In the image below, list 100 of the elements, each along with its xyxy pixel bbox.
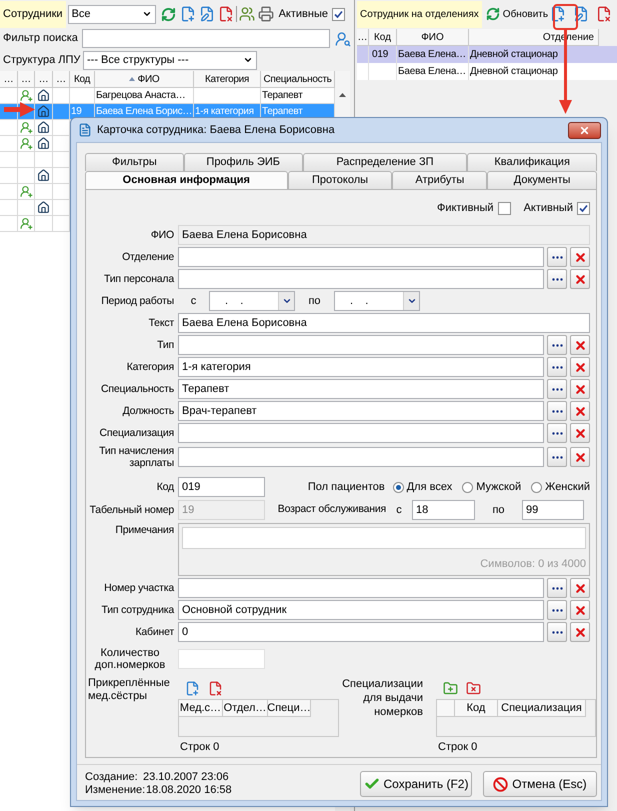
lookup-field[interactable]	[178, 335, 544, 355]
lookup-field[interactable]: Врач-терапевт	[178, 401, 544, 421]
search-field[interactable]	[82, 29, 330, 48]
column-header[interactable]: …	[18, 71, 35, 88]
column-header[interactable]: Код	[455, 700, 498, 717]
tab[interactable]: Фильтры	[85, 153, 184, 171]
browse-button[interactable]	[547, 401, 567, 421]
browse-button[interactable]	[547, 335, 567, 355]
browse-button[interactable]	[547, 379, 567, 399]
clear-button[interactable]	[570, 379, 590, 399]
lookup-field[interactable]	[178, 578, 544, 598]
table-row[interactable]: 019 Баева Елена… Дневной стационар	[357, 46, 617, 63]
column-header[interactable]: …	[357, 29, 369, 46]
radio-button[interactable]	[392, 482, 404, 492]
tab[interactable]: Распределение ЗП	[302, 153, 468, 171]
checkbox[interactable]	[332, 8, 345, 20]
browse-button[interactable]	[547, 357, 567, 377]
lookup-field[interactable]	[178, 447, 544, 467]
tab[interactable]: Основная информация	[85, 171, 288, 189]
refresh-icon[interactable]	[160, 5, 178, 23]
clear-button[interactable]	[570, 247, 590, 267]
column-header[interactable]: ФИО	[397, 29, 469, 46]
person-search-icon[interactable]	[335, 30, 351, 46]
save-button[interactable]: Сохранить (F2)	[360, 771, 472, 797]
delete-document-icon[interactable]	[595, 5, 613, 23]
structure-dropdown[interactable]: --- Все структуры ---	[83, 50, 257, 70]
date-field[interactable]: . .	[334, 291, 420, 311]
count-field[interactable]	[178, 649, 265, 669]
column-header[interactable]: Мед.с…	[179, 700, 223, 717]
clear-button[interactable]	[570, 447, 590, 467]
filter-dropdown[interactable]: Все	[68, 4, 156, 24]
column-header[interactable]: ФИО	[95, 71, 194, 88]
lookup-field[interactable]: 1-я категория	[178, 357, 544, 377]
lookup-field[interactable]	[178, 269, 544, 289]
clear-button[interactable]	[570, 578, 590, 598]
cancel-button[interactable]: Отмена (Esc)	[483, 771, 597, 797]
column-header[interactable]: …	[0, 71, 18, 88]
browse-button[interactable]	[547, 622, 567, 642]
ellipsis-icon	[552, 366, 562, 368]
browse-button[interactable]	[547, 600, 567, 620]
text-field[interactable]: Баева Елена Борисовна	[178, 313, 590, 333]
close-icon	[574, 360, 586, 374]
checkbox[interactable]	[498, 202, 511, 214]
table-row[interactable]	[0, 200, 70, 216]
clear-button[interactable]	[570, 335, 590, 355]
table-row[interactable]	[0, 136, 70, 152]
browse-button[interactable]	[547, 578, 567, 598]
age-from-field[interactable]: 18	[412, 500, 475, 520]
column-header[interactable]: …	[53, 71, 70, 88]
clear-button[interactable]	[570, 600, 590, 620]
column-header[interactable]: Специальность	[261, 71, 335, 88]
tab[interactable]: Профиль ЭИБ	[184, 153, 303, 171]
close-button[interactable]	[568, 122, 601, 138]
users-icon[interactable]	[238, 5, 256, 23]
lookup-field[interactable]: 0	[178, 622, 544, 642]
date-field[interactable]: . .	[209, 291, 295, 311]
column-header[interactable]: Отдел…	[223, 700, 268, 717]
printer-icon[interactable]	[256, 5, 275, 23]
add-document-icon[interactable]	[549, 5, 567, 23]
clear-button[interactable]	[570, 622, 590, 642]
notes-field[interactable]	[182, 527, 586, 548]
tab[interactable]: Протоколы	[288, 171, 392, 189]
browse-button[interactable]	[547, 269, 567, 289]
lookup-field[interactable]	[178, 423, 544, 443]
clear-button[interactable]	[570, 357, 590, 377]
tab[interactable]: Атрибуты	[392, 171, 488, 189]
scroll-up-icon[interactable]	[339, 93, 346, 97]
browse-button[interactable]	[547, 247, 567, 267]
radio-button[interactable]	[462, 482, 474, 492]
tab[interactable]: Квалификация	[467, 153, 597, 171]
table-row[interactable]	[0, 168, 70, 184]
name-field[interactable]: Баева Елена Борисовна	[178, 225, 590, 245]
browse-button[interactable]	[547, 423, 567, 443]
dropdown-button[interactable]	[278, 292, 294, 310]
dropdown-button[interactable]	[403, 292, 419, 310]
code-field[interactable]: 019	[178, 477, 264, 497]
table-row[interactable]: Баева Елена… Дневной стационар	[357, 63, 617, 80]
column-header[interactable]: Категория	[194, 71, 261, 88]
tab[interactable]: Документы	[487, 171, 597, 189]
refresh-button[interactable]: Обновить	[486, 6, 548, 22]
close-icon	[574, 272, 586, 286]
column-header[interactable]: Специ…	[268, 700, 311, 717]
checkbox[interactable]	[577, 202, 590, 214]
column-header[interactable]: Специализация	[498, 700, 586, 717]
browse-button[interactable]	[547, 447, 567, 467]
table-row[interactable]: Багрецова Анаста… Терапевт	[0, 88, 335, 104]
clear-button[interactable]	[570, 423, 590, 443]
clear-button[interactable]	[570, 401, 590, 421]
column-header[interactable]: …	[35, 71, 53, 88]
column-header[interactable]: Код	[369, 29, 397, 46]
to-label: по	[307, 294, 322, 309]
lookup-field[interactable]	[178, 247, 544, 267]
lookup-field[interactable]: Основной сотрудник	[178, 600, 544, 620]
table-row[interactable]	[0, 120, 70, 136]
lookup-field[interactable]: Терапевт	[178, 379, 544, 399]
column-header[interactable]: Код	[70, 71, 95, 88]
radio-button[interactable]	[531, 482, 542, 492]
edit-document-icon[interactable]	[572, 5, 590, 23]
clear-button[interactable]	[570, 269, 590, 289]
age-to-field[interactable]: 99	[522, 500, 584, 520]
